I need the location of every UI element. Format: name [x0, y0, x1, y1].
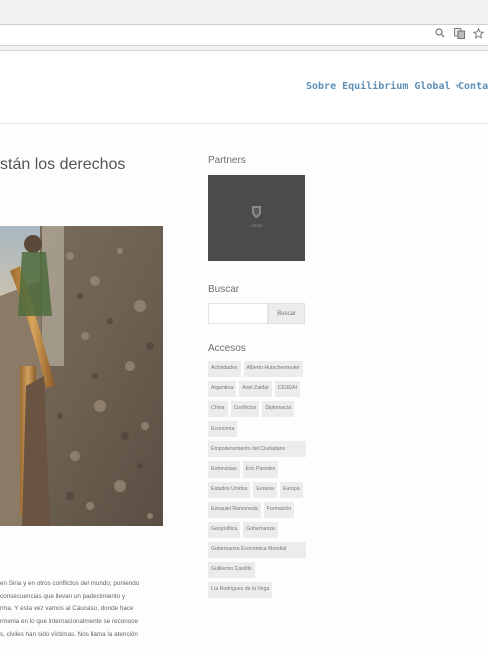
address-bar[interactable]: [0, 24, 488, 46]
partner-logo-text: CEIRI: [251, 223, 262, 228]
tag-link[interactable]: Gobernanza Económica Mundial: [208, 541, 306, 558]
search-icon[interactable]: [434, 26, 446, 40]
tag-link[interactable]: Economía: [208, 421, 238, 438]
partner-logo-icon: [252, 206, 261, 218]
tag-link[interactable]: Conflictos: [230, 401, 260, 418]
tag-link[interactable]: Europa: [279, 481, 303, 498]
tag-link[interactable]: Eric Paredes: [242, 461, 279, 478]
tag-link[interactable]: Ariel Zaidar: [239, 381, 272, 398]
excerpt-line: s, civiles han sido víctimas. Nos llama …: [0, 630, 138, 638]
nav-item-label: Sobre Equilibrium Global: [306, 81, 451, 92]
partners-heading: Partners: [208, 155, 246, 166]
tag-link[interactable]: Entrevistas: [208, 461, 240, 478]
tag-link[interactable]: Estados Unidos: [208, 481, 251, 498]
tag-link[interactable]: Eurasia: [253, 481, 277, 498]
excerpt-line: consecuencias que llevan un padecimiento…: [0, 592, 125, 600]
search-button[interactable]: Buscar: [268, 303, 305, 324]
accesos-heading: Accesos: [208, 343, 246, 354]
excerpt-line: rmenia en lo que internacionalmente se r…: [0, 618, 138, 626]
site-nav: Sobre Equilibrium Global ▾ Conta: [0, 51, 488, 124]
tag-link[interactable]: Guillermo Castillo: [208, 561, 255, 579]
tag-cloud: Actividades Alberto Hutschenreuter Argenti…: [208, 361, 306, 599]
translate-icon[interactable]: [453, 26, 465, 40]
address-bar-icons: [434, 26, 484, 40]
star-icon[interactable]: [472, 26, 484, 40]
tag-link[interactable]: CESDAI: [274, 381, 301, 398]
article-title[interactable]: stán los derechos: [0, 156, 125, 174]
nav-item-contacto[interactable]: Conta: [458, 81, 488, 92]
article-excerpt: en Siria y en otros conflictos del mundo…: [0, 578, 165, 642]
tag-link[interactable]: Lía Rodriguez de la Vega: [208, 582, 273, 599]
tag-link[interactable]: Gobernanza: [243, 521, 278, 538]
tag-link[interactable]: China: [208, 401, 228, 418]
tag-link[interactable]: Ezequiel Ramoneda: [208, 501, 261, 518]
search-input[interactable]: [208, 303, 268, 324]
tag-link[interactable]: Diplomacia: [262, 401, 295, 418]
excerpt-line: rma. Y esta vez vamos al Cáucaso, donde …: [0, 605, 134, 613]
nav-item-sobre[interactable]: Sobre Equilibrium Global ▾: [306, 81, 461, 92]
tag-link[interactable]: Geopolítica: [208, 521, 241, 538]
partner-banner[interactable]: CEIRI: [208, 175, 305, 261]
search-heading: Buscar: [208, 284, 240, 295]
tag-link[interactable]: Formación: [263, 501, 295, 518]
tag-link[interactable]: Argentina: [208, 381, 237, 398]
browser-toolbar: [0, 0, 488, 51]
tag-link[interactable]: Alberto Hutschenreuter: [243, 361, 303, 378]
tag-link[interactable]: Actividades: [208, 361, 241, 378]
tag-link[interactable]: Empoderamiento del Ciudadano: [208, 441, 306, 458]
excerpt-line: en Siria y en otros conflictos del mundo…: [0, 580, 140, 587]
article-image[interactable]: [0, 226, 163, 526]
